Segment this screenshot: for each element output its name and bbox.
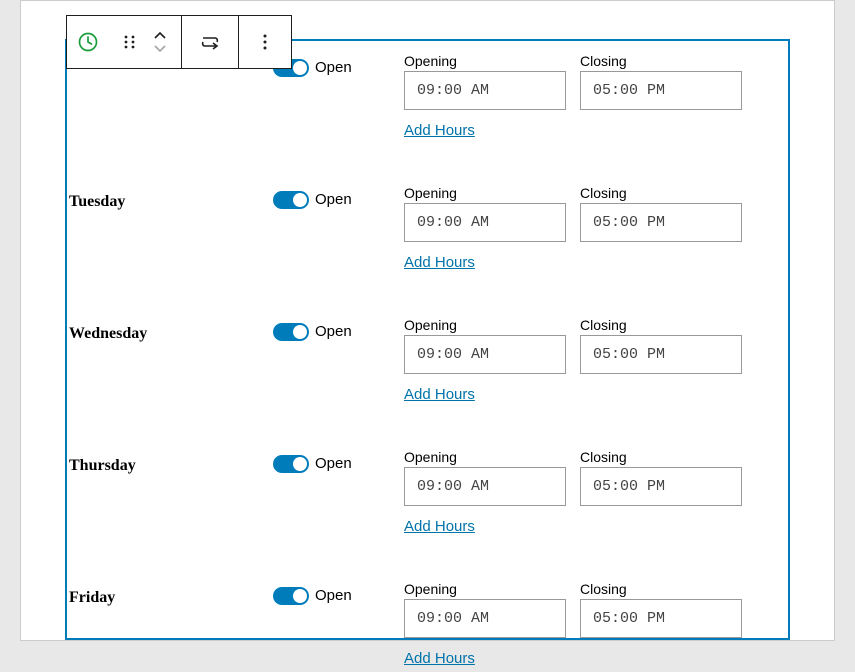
closing-label: Closing [580,185,742,201]
add-hours-link[interactable]: Add Hours [404,122,788,139]
toggle-label: Open [315,323,352,341]
closing-input[interactable] [580,467,742,506]
toggle-label: Open [315,59,352,77]
closing-input[interactable] [580,335,742,374]
toggle-label: Open [315,587,352,605]
day-name: Wednesday [67,317,273,403]
toggle-label: Open [315,191,352,209]
drag-icon [121,33,139,51]
drag-handle[interactable] [115,33,145,51]
opening-label: Opening [404,317,566,333]
day-row: Thursday Open Opening Closing Add Hours [67,441,788,573]
chevron-down-icon [153,44,167,53]
day-name: Tuesday [67,185,273,271]
day-row: Friday Open Opening Closing Add Hours [67,573,788,667]
hours-block[interactable]: Open Opening Closing Add Hours Tuesday [65,39,790,640]
opening-input[interactable] [404,71,566,110]
closing-field: Closing [580,581,742,638]
move-controls [145,31,175,53]
closing-input[interactable] [580,71,742,110]
add-hours-link[interactable]: Add Hours [404,650,788,667]
day-name: Thursday [67,449,273,535]
closing-label: Closing [580,53,742,69]
time-fields: Opening Closing [404,53,788,110]
time-fields: Opening Closing [404,317,788,374]
opening-input[interactable] [404,599,566,638]
add-hours-link[interactable]: Add Hours [404,386,788,403]
chevron-up-icon [153,31,167,40]
times-cell: Opening Closing Add Hours [404,581,788,667]
move-down-button[interactable] [145,44,175,53]
transform-icon [198,30,222,54]
closing-label: Closing [580,449,742,465]
clock-icon [76,30,100,54]
times-cell: Opening Closing Add Hours [404,185,788,271]
toggle-cell: Open [273,449,404,535]
closing-label: Closing [580,317,742,333]
closing-label: Closing [580,581,742,597]
opening-label: Opening [404,185,566,201]
time-fields: Opening Closing [404,581,788,638]
closing-field: Closing [580,317,742,374]
opening-label: Opening [404,449,566,465]
open-toggle[interactable] [273,323,309,341]
closing-input[interactable] [580,203,742,242]
closing-field: Closing [580,449,742,506]
open-toggle[interactable] [273,191,309,209]
opening-label: Opening [404,581,566,597]
toggle-label: Open [315,455,352,473]
time-fields: Opening Closing [404,185,788,242]
opening-input[interactable] [404,467,566,506]
opening-input[interactable] [404,203,566,242]
closing-input[interactable] [580,599,742,638]
opening-field: Opening [404,53,566,110]
day-row: Tuesday Open Opening Closing Add Hours [67,177,788,309]
closing-field: Closing [580,185,742,242]
toggle-cell: Open [273,317,404,403]
opening-field: Opening [404,449,566,506]
opening-field: Opening [404,185,566,242]
add-hours-link[interactable]: Add Hours [404,518,788,535]
toggle-cell: Open [273,53,404,139]
time-fields: Opening Closing [404,449,788,506]
toggle-cell: Open [273,185,404,271]
block-toolbar [66,15,292,69]
editor-canvas: Open Opening Closing Add Hours Tuesday [20,0,835,641]
move-up-button[interactable] [145,31,175,40]
toggle-cell: Open [273,581,404,667]
toolbar-drag-group [109,16,181,68]
closing-field: Closing [580,53,742,110]
opening-input[interactable] [404,335,566,374]
transform-button[interactable] [182,16,238,68]
more-options-button[interactable] [239,16,291,68]
times-cell: Opening Closing Add Hours [404,317,788,403]
times-cell: Opening Closing Add Hours [404,449,788,535]
open-toggle[interactable] [273,587,309,605]
more-vertical-icon [256,33,274,51]
add-hours-link[interactable]: Add Hours [404,254,788,271]
day-name: Friday [67,581,273,667]
opening-field: Opening [404,317,566,374]
opening-field: Opening [404,581,566,638]
times-cell: Opening Closing Add Hours [404,53,788,139]
open-toggle[interactable] [273,455,309,473]
opening-label: Opening [404,53,566,69]
day-row: Wednesday Open Opening Closing Add Hours [67,309,788,441]
block-type-button[interactable] [67,16,109,68]
